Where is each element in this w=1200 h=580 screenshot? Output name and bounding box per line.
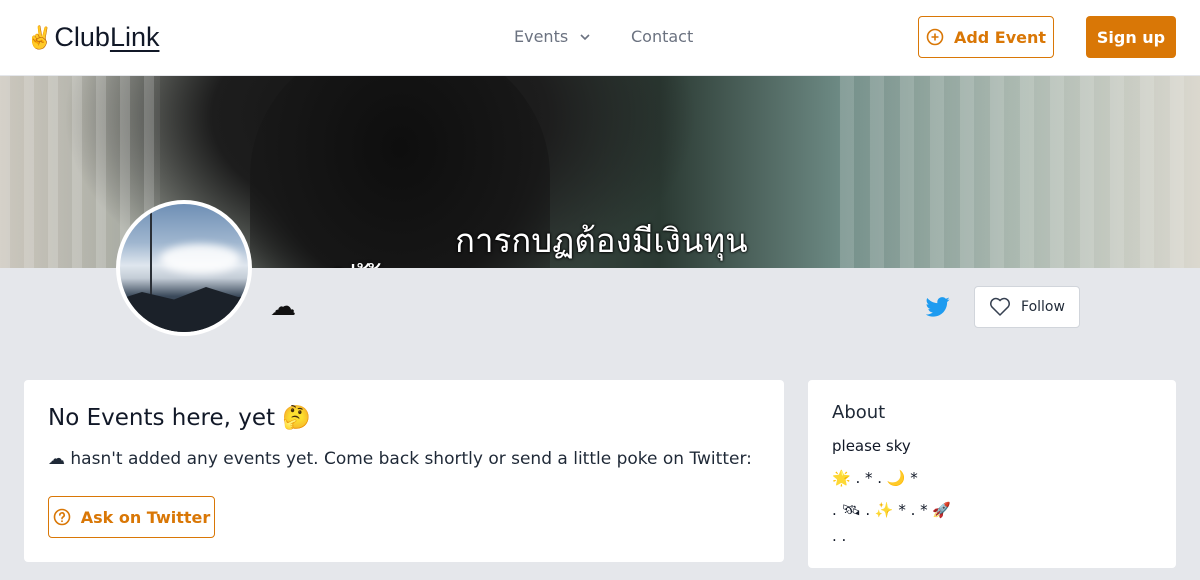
banner-caption-line2: ใ ่ ้ ้ xyxy=(330,260,379,268)
about-title: About xyxy=(832,402,886,423)
chevron-down-icon xyxy=(580,33,590,40)
about-card: About please sky 🌟 . * . 🌙 * . 🛰 . ✨ * .… xyxy=(808,380,1176,568)
avatar-mountains xyxy=(120,287,248,332)
profile-avatar xyxy=(116,200,252,336)
nav-contact-link[interactable]: Contact xyxy=(631,27,693,46)
avatar-cloud xyxy=(160,244,240,274)
about-line: 🌟 . * . 🌙 * xyxy=(832,469,918,487)
add-event-button[interactable]: Add Event xyxy=(918,16,1054,58)
about-line: please sky xyxy=(832,437,911,455)
add-event-label: Add Event xyxy=(953,27,1047,47)
heart-icon xyxy=(990,297,1011,316)
ask-on-twitter-button[interactable]: Ask on Twitter xyxy=(48,496,215,538)
plus-circle-icon xyxy=(926,28,944,46)
no-events-message: ☁ hasn't added any events yet. Come back… xyxy=(48,449,752,469)
nav-events-label: Events xyxy=(514,27,569,46)
top-navbar: ✌️ Club Link Events Contact Add Event Si… xyxy=(0,0,1200,76)
banner-caption-line1: การกบฏต้องมีเงินทุน xyxy=(455,221,748,260)
follow-label: Follow xyxy=(1021,299,1065,315)
no-events-title: No Events here, yet 🤔 xyxy=(48,405,311,431)
about-line: . . xyxy=(832,527,847,545)
banner-curtain-right xyxy=(840,76,1200,268)
profile-name-emoji: ☁ xyxy=(270,292,296,322)
question-circle-icon xyxy=(53,508,71,526)
victory-hand-icon: ✌️ xyxy=(26,24,54,50)
nav-events-dropdown[interactable]: Events xyxy=(514,27,592,46)
ask-on-twitter-label: Ask on Twitter xyxy=(80,507,211,527)
about-line: . 🛰 . ✨ * . * 🚀 xyxy=(832,501,952,519)
twitter-icon[interactable] xyxy=(926,296,950,318)
events-card: No Events here, yet 🤔 ☁ hasn't added any… xyxy=(24,380,784,562)
logo-text-link: Link xyxy=(109,22,160,52)
follow-button[interactable]: Follow xyxy=(974,286,1080,328)
signup-button[interactable]: Sign up xyxy=(1086,16,1176,58)
logo-text-club: Club xyxy=(54,22,110,52)
clublink-logo[interactable]: ✌️ Club Link xyxy=(26,22,159,53)
